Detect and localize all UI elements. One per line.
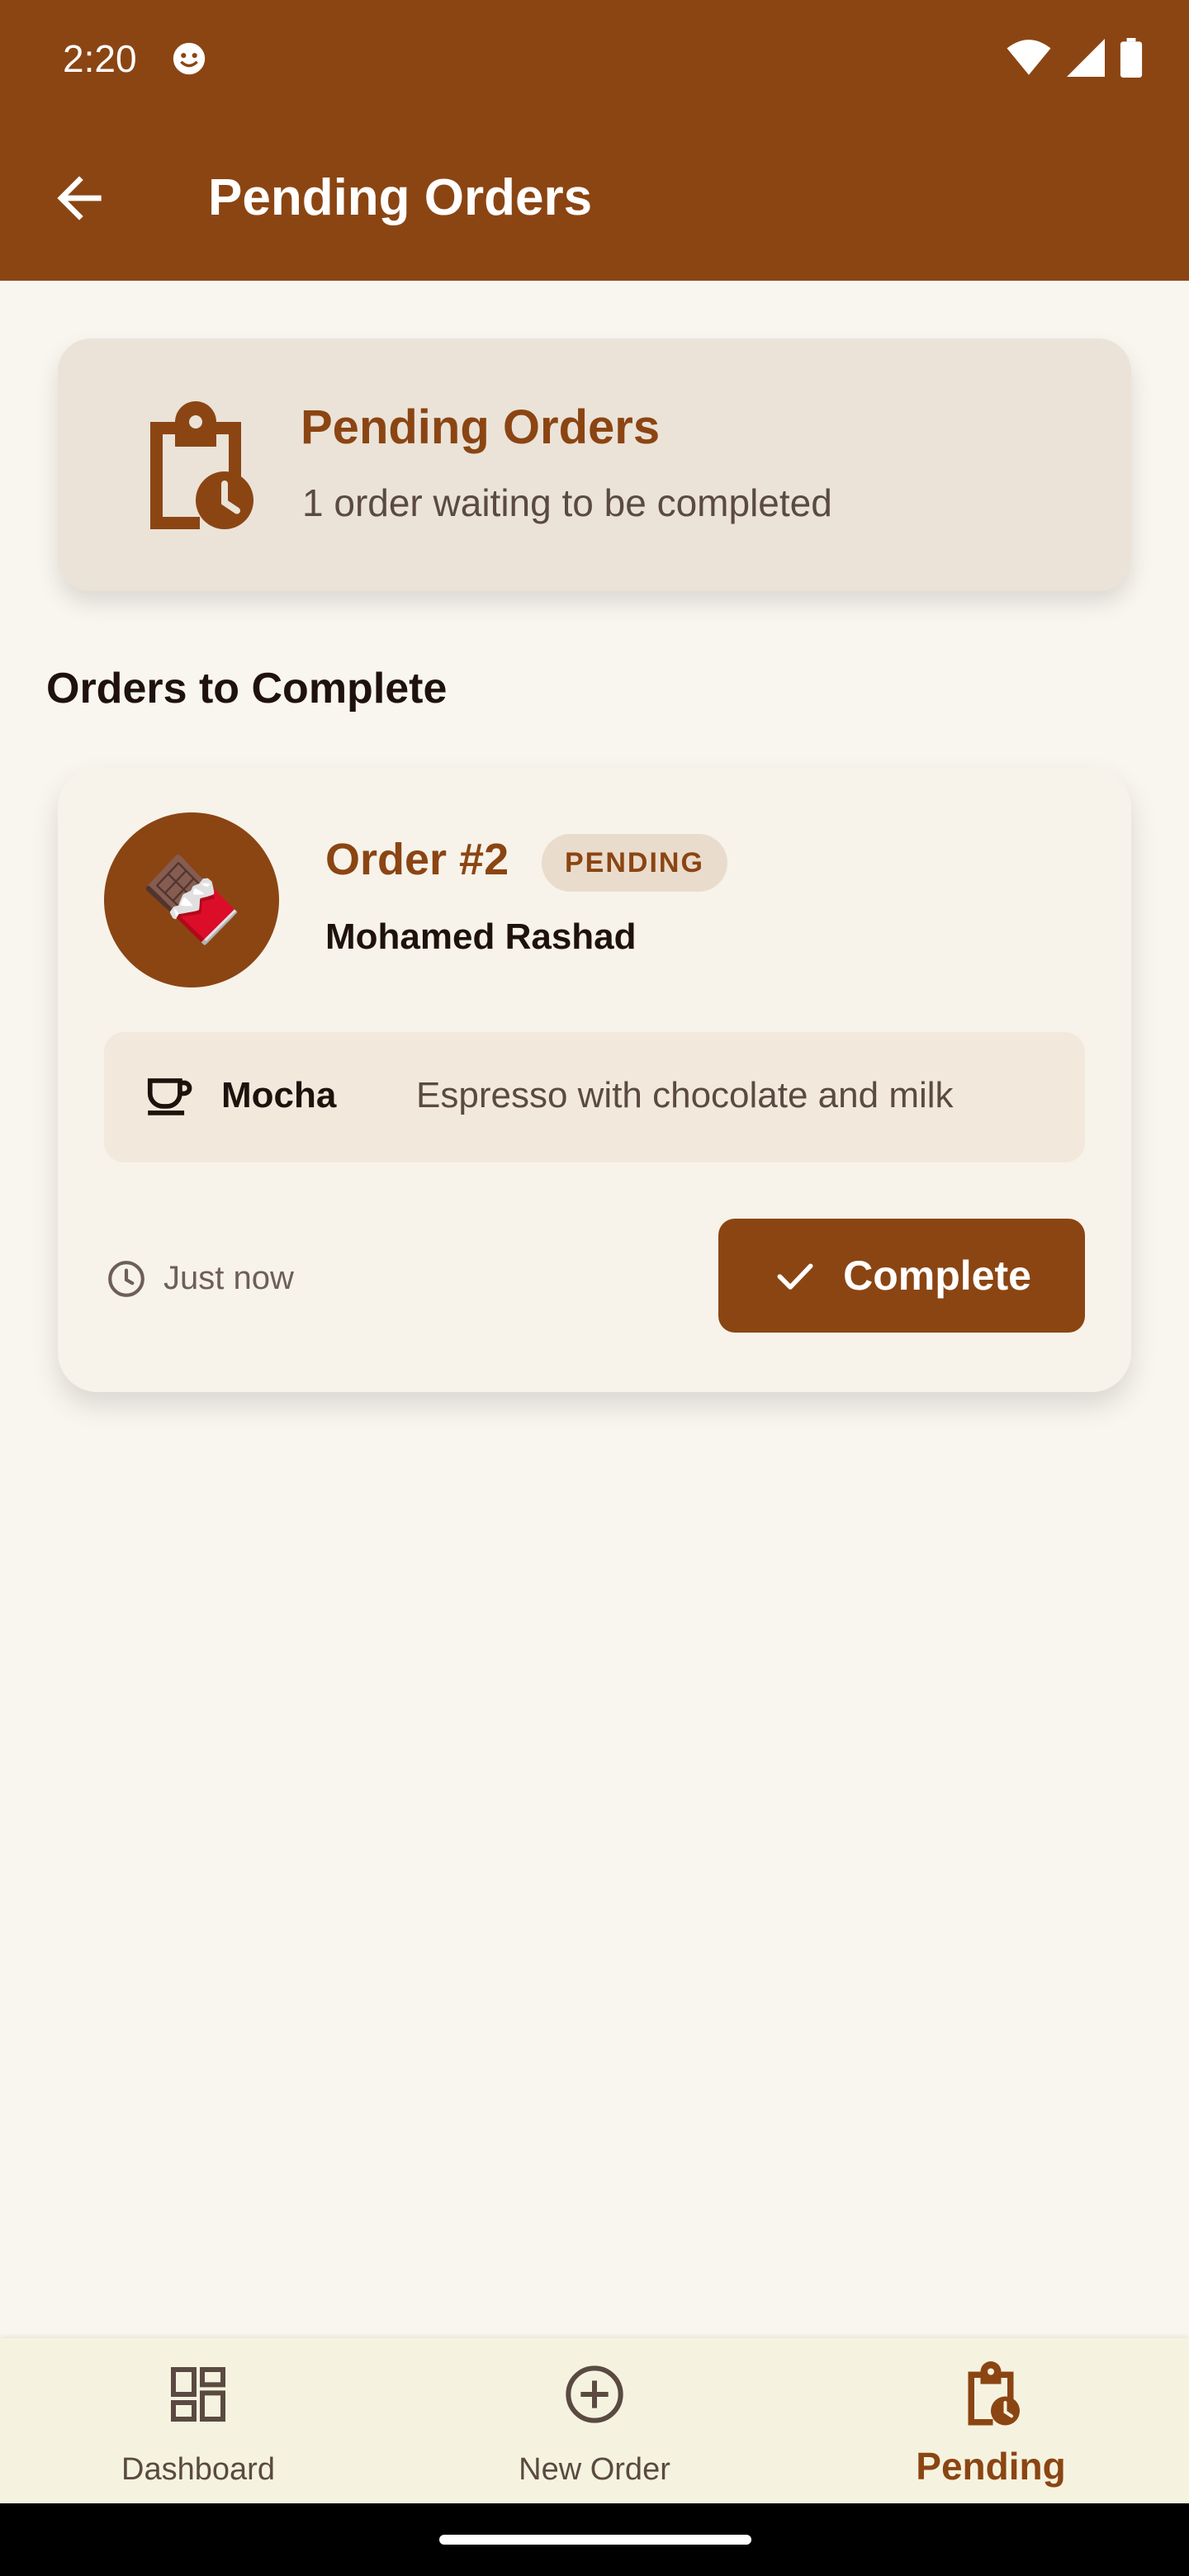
nav-item-pending[interactable]: Pending (793, 2338, 1189, 2503)
section-title: Orders to Complete (46, 665, 448, 713)
summary-subtitle: 1 order waiting to be completed (302, 481, 832, 524)
order-number: Order #2 (325, 835, 509, 884)
nav-item-new-order[interactable]: New Order (396, 2338, 793, 2503)
wifi-icon (1007, 40, 1051, 75)
pending-summary-card: Pending Orders 1 order waiting to be com… (58, 339, 1131, 591)
order-item: Mocha Espresso with chocolate and milk (104, 1032, 1085, 1163)
nav-label-dashboard: Dashboard (121, 2452, 275, 2487)
page-title: Pending Orders (208, 169, 593, 226)
nav-label-new-order: New Order (519, 2452, 670, 2487)
order-time: Just now (163, 1260, 294, 1296)
order-card: 🍫 Order #2 PENDING Mohamed Rashad Mocha … (58, 768, 1131, 1392)
clock-icon (108, 1261, 144, 1297)
add-circle-icon (566, 2365, 623, 2423)
app-notification-icon (173, 42, 206, 75)
cellular-signal-icon (1067, 39, 1105, 77)
battery-icon (1120, 38, 1143, 78)
status-bar: 2:20 (0, 0, 1189, 116)
chocolate-icon: 🍫 (140, 854, 244, 946)
complete-button-label: Complete (843, 1252, 1031, 1299)
pending-clipboard-icon (968, 2361, 1020, 2426)
dashboard-icon (171, 2367, 225, 2422)
coffee-cup-icon (147, 1078, 192, 1115)
app-bar: Pending Orders (0, 116, 1189, 281)
order-avatar: 🍫 (104, 812, 279, 987)
bottom-navigation: Dashboard New Order Pending (0, 2338, 1189, 2503)
summary-title: Pending Orders (301, 400, 661, 454)
status-badge: PENDING (542, 834, 727, 892)
item-description: Espresso with chocolate and milk (416, 1075, 954, 1115)
customer-name: Mohamed Rashad (325, 916, 637, 957)
nav-label-pending: Pending (916, 2445, 1066, 2488)
pending-clipboard-icon (150, 401, 253, 529)
check-icon (777, 1263, 813, 1290)
status-icons (1006, 38, 1143, 78)
back-arrow-icon[interactable] (46, 165, 112, 231)
status-time: 2:20 (63, 37, 137, 80)
system-gesture-bar (0, 2503, 1189, 2576)
gesture-handle[interactable] (439, 2535, 751, 2545)
complete-button[interactable]: Complete (718, 1219, 1085, 1333)
nav-item-dashboard[interactable]: Dashboard (0, 2338, 396, 2503)
item-name: Mocha (221, 1075, 337, 1115)
